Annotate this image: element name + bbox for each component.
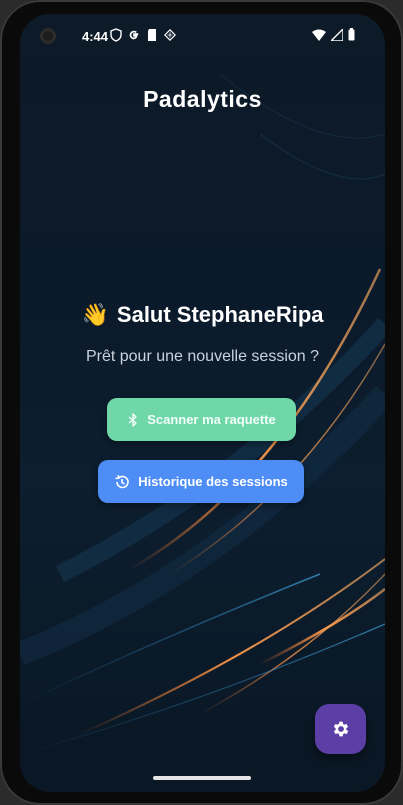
history-icon xyxy=(115,474,130,488)
wifi-icon xyxy=(312,29,326,41)
status-time: 4:44 xyxy=(82,29,109,44)
app-title: Padalytics xyxy=(143,86,262,112)
greeting-heading: 👋 Salut StephaneRipa xyxy=(20,302,385,328)
greeting-text: Salut StephaneRipa xyxy=(116,302,324,327)
bluetooth-icon xyxy=(128,412,137,427)
front-camera xyxy=(40,28,56,44)
session-history-label: Historique des sessions xyxy=(138,474,288,489)
gear-icon xyxy=(333,721,348,737)
status-icons-right xyxy=(312,28,355,41)
battery-icon xyxy=(348,28,355,41)
phone-frame: 4:44 Padalytics 👋 Salut StephaneRipa Prê… xyxy=(0,0,403,805)
greeting-subtitle: Prêt pour une nouvelle session ? xyxy=(85,348,320,365)
google-g-icon xyxy=(129,30,139,40)
app-notification-icon xyxy=(164,29,176,41)
status-bar: 4:44 xyxy=(20,14,385,58)
session-history-button[interactable]: Historique des sessions xyxy=(98,460,304,503)
waving-hand-icon: 👋 xyxy=(81,302,109,327)
scan-racket-label: Scanner ma raquette xyxy=(147,412,276,427)
shield-icon xyxy=(110,28,122,42)
sd-card-icon xyxy=(148,29,156,41)
settings-fab[interactable] xyxy=(315,704,366,754)
cellular-signal-icon xyxy=(331,28,343,41)
app-screen: 4:44 Padalytics 👋 Salut StephaneRipa Prê… xyxy=(20,14,385,792)
home-indicator[interactable] xyxy=(153,776,251,780)
scan-racket-button[interactable]: Scanner ma raquette xyxy=(107,398,296,441)
status-icons-left xyxy=(110,28,176,42)
